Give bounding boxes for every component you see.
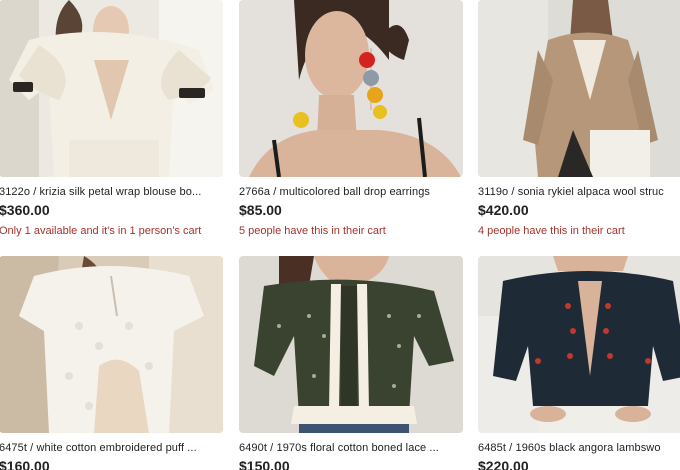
listing-image[interactable]	[478, 0, 680, 177]
cart-status-note: 5 people have this in their cart	[239, 225, 386, 237]
listing-image[interactable]	[239, 256, 463, 433]
listing-image[interactable]	[239, 0, 463, 177]
listing-card[interactable]: 3119o / sonia rykiel alpaca wool struc $…	[478, 0, 680, 238]
listing-title[interactable]: 3119o / sonia rykiel alpaca wool struc	[478, 185, 680, 199]
listing-price: $220.00	[478, 458, 529, 470]
listing-title[interactable]: 2766a / multicolored ball drop earrings	[239, 185, 463, 199]
listing-price: $85.00	[239, 202, 282, 218]
listing-image[interactable]	[0, 0, 223, 177]
cart-status-note: Only 1 available and it's in 1 person's …	[0, 225, 202, 237]
listing-card[interactable]: 2766a / multicolored ball drop earrings …	[239, 0, 463, 238]
listing-card[interactable]: 6485t / 1960s black angora lambswo $220.…	[478, 256, 680, 470]
listing-title[interactable]: 3122o / krizia silk petal wrap blouse bo…	[0, 185, 223, 199]
cart-status-note: 4 people have this in their cart	[478, 225, 625, 237]
listing-card[interactable]: 6490t / 1970s floral cotton boned lace .…	[239, 256, 463, 470]
listing-card[interactable]: 3122o / krizia silk petal wrap blouse bo…	[0, 0, 223, 238]
listing-card[interactable]: 6475t / white cotton embroidered puff ..…	[0, 256, 223, 470]
listing-image[interactable]	[0, 256, 223, 433]
listing-price: $420.00	[478, 202, 529, 218]
listing-price: $160.00	[0, 458, 50, 470]
listing-image[interactable]	[478, 256, 680, 433]
listing-title[interactable]: 6475t / white cotton embroidered puff ..…	[0, 441, 223, 455]
listing-price: $360.00	[0, 202, 50, 218]
listing-title[interactable]: 6490t / 1970s floral cotton boned lace .…	[239, 441, 463, 455]
listing-title[interactable]: 6485t / 1960s black angora lambswo	[478, 441, 680, 455]
listing-price: $150.00	[239, 458, 290, 470]
